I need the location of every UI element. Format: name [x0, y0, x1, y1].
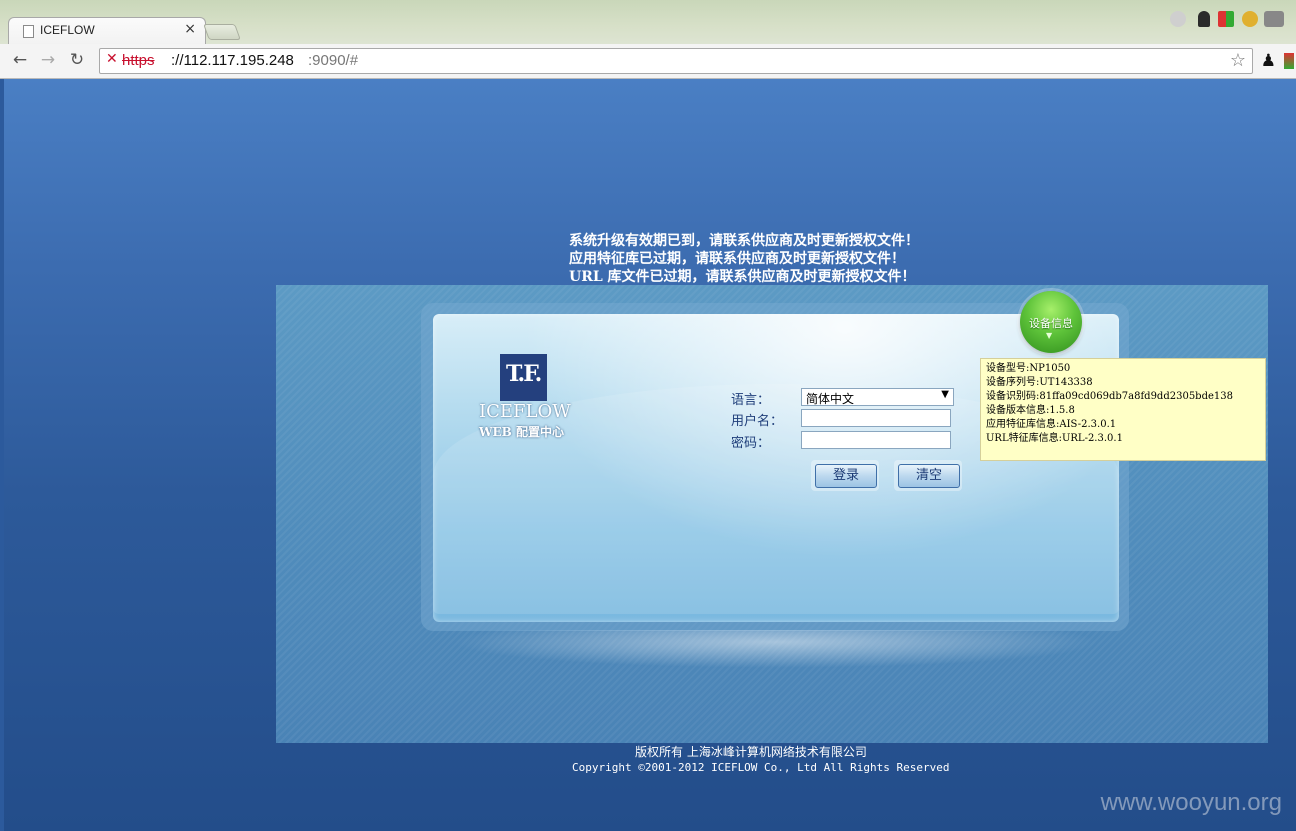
dropdown-arrow-icon: ▼	[941, 389, 949, 400]
extension-icon[interactable]	[1198, 11, 1210, 27]
page-background: 系统升级有效期已到，请联系供应商及时更新授权文件！ 应用特征库已过期，请联系供应…	[4, 79, 1296, 831]
notice-url-library: URL 库文件已过期，请联系供应商及时更新授权文件！	[569, 269, 916, 285]
card-reflection	[426, 630, 1126, 670]
address-bar[interactable]: ✕ https ://112.117.195.248 :9090/# ☆	[99, 48, 1253, 74]
new-tab-button[interactable]	[203, 24, 241, 40]
device-identifier: 设备识别码:81ffa09cd069db7a8fd9dd2305bde138	[986, 391, 1233, 402]
username-input[interactable]	[801, 409, 951, 427]
login-panel: T.F. ICEFLOW WEB 配置中心 语言： 简体中文 ▼ 用户名： 密码…	[276, 285, 1268, 743]
browser-tab[interactable]: ICEFLOW ×	[8, 17, 206, 45]
password-input[interactable]	[801, 431, 951, 449]
app-signature-version: 应用特征库信息:AIS-2.3.0.1	[986, 419, 1117, 430]
logo-subtitle: WEB 配置中心	[479, 425, 564, 439]
language-label: 语言：	[731, 393, 771, 408]
close-tab-icon[interactable]: ×	[184, 21, 196, 37]
device-info-label: 设备信息	[1029, 317, 1073, 330]
tab-title: ICEFLOW	[40, 23, 95, 37]
apps-icon[interactable]	[1218, 11, 1234, 27]
clear-button[interactable]: 清空	[898, 464, 960, 488]
login-button-frame: 登录	[811, 460, 879, 491]
reload-icon[interactable]: ↻	[66, 49, 88, 71]
device-info-popup: 设备型号:NP1050 设备序列号:UT143338 设备识别码:81ffa09…	[980, 358, 1266, 461]
insecure-lock-icon: ✕	[106, 51, 118, 67]
url-scheme: https	[122, 52, 155, 69]
browser-tabstrip: ICEFLOW ×	[0, 0, 1296, 45]
notice-system-upgrade: 系统升级有效期已到，请联系供应商及时更新授权文件！	[569, 233, 919, 249]
device-serial: 设备序列号:UT143338	[986, 377, 1093, 388]
profile-icon[interactable]	[1242, 11, 1258, 27]
forward-arrow-icon[interactable]: →	[37, 49, 59, 71]
logo-monogram: T.F.	[506, 361, 542, 387]
url-signature-version: URL特征库信息:URL-2.3.0.1	[986, 433, 1123, 444]
notice-app-signature: 应用特征库已过期，请联系供应商及时更新授权文件！	[569, 251, 905, 267]
copyright-en: Copyright ©2001-2012 ICEFLOW Co., Ltd Al…	[572, 761, 950, 774]
iceflow-logo: T.F.	[500, 354, 547, 401]
bookmark-star-icon[interactable]: ☆	[1230, 50, 1246, 71]
browser-toolbar: ← → ↻ ✕ https ://112.117.195.248 :9090/#…	[0, 44, 1296, 79]
language-value: 简体中文	[806, 392, 855, 406]
logo-wordmark: ICEFLOW	[479, 401, 571, 422]
chevron-down-icon: ▼	[1046, 331, 1053, 340]
menu-icon[interactable]	[1264, 11, 1284, 27]
document-icon	[23, 25, 34, 38]
password-label: 密码：	[731, 436, 771, 451]
login-button[interactable]: 登录	[815, 464, 877, 488]
username-label: 用户名：	[731, 414, 784, 429]
device-version: 设备版本信息:1.5.8	[986, 405, 1075, 416]
license-notices: 系统升级有效期已到，请联系供应商及时更新授权文件！ 应用特征库已过期，请联系供应…	[569, 232, 919, 286]
clear-button-frame: 清空	[894, 460, 962, 491]
url-host: ://112.117.195.248	[171, 52, 294, 69]
watermark: www.wooyun.org	[1100, 789, 1282, 816]
copyright-cn: 版权所有 上海冰峰计算机网络技术有限公司	[635, 745, 867, 759]
chess-extension-icon[interactable]: ♟	[1261, 51, 1276, 71]
url-path: :9090/#	[308, 52, 359, 69]
extension-icon[interactable]	[1284, 53, 1294, 69]
language-select[interactable]: 简体中文 ▼	[801, 388, 954, 406]
back-arrow-icon[interactable]: ←	[9, 49, 31, 71]
circle-icon	[1170, 11, 1186, 27]
device-model: 设备型号:NP1050	[986, 363, 1071, 374]
device-info-button[interactable]: 设备信息 ▼	[1020, 291, 1082, 353]
